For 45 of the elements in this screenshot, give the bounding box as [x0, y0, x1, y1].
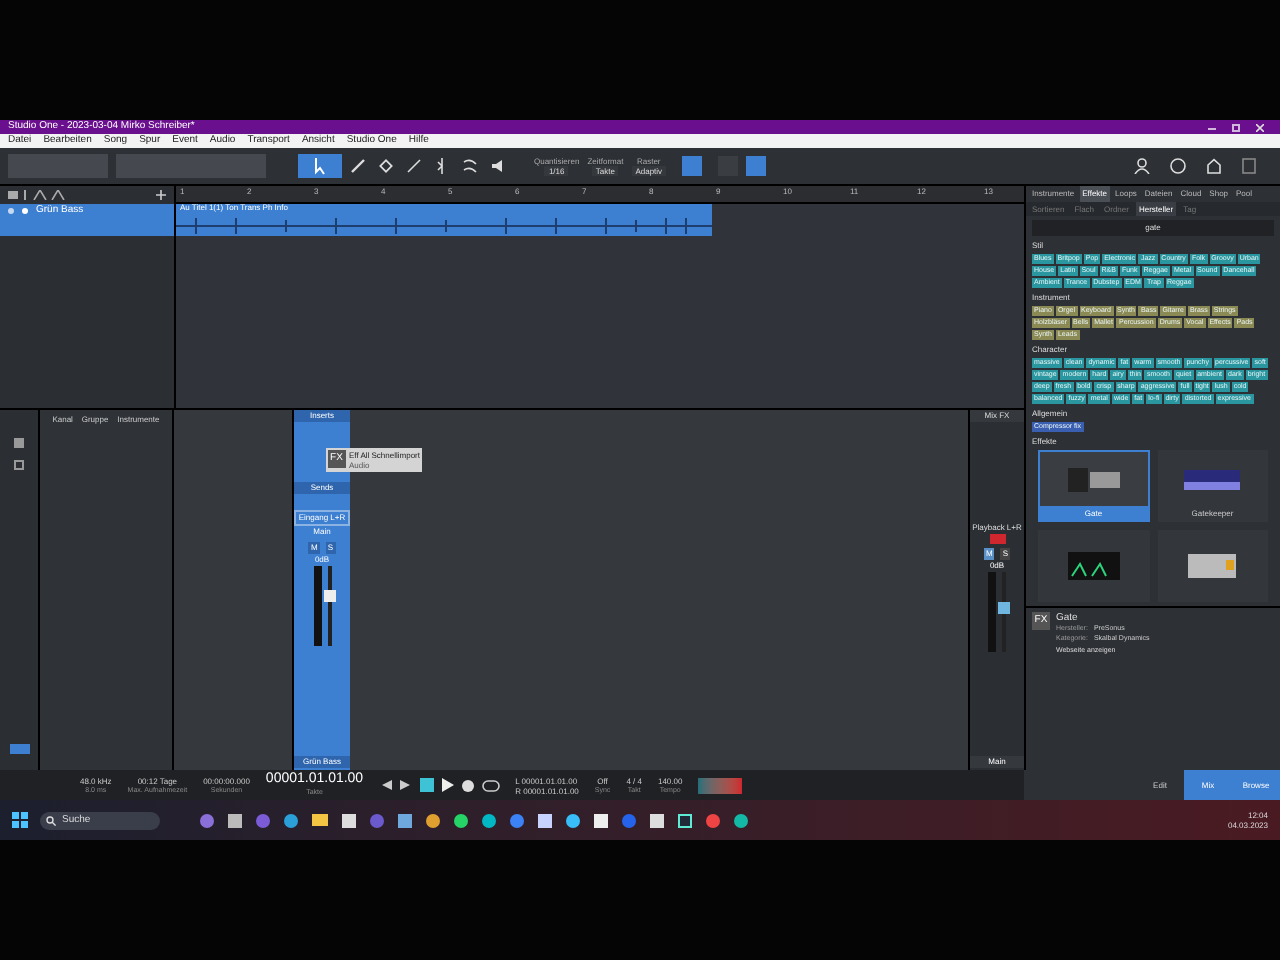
effect-tile[interactable] [1157, 530, 1268, 602]
tool-button[interactable] [458, 154, 482, 178]
grid-icon[interactable] [14, 460, 24, 470]
tool-button[interactable] [346, 154, 370, 178]
windows-start-icon[interactable] [12, 812, 28, 828]
bend-tool-icon [460, 156, 480, 176]
user-icon[interactable] [1134, 158, 1150, 174]
waveform-display-icon [1067, 552, 1120, 580]
tool-button[interactable] [374, 154, 398, 178]
house-icon[interactable] [1206, 158, 1222, 174]
fader-thumb[interactable] [323, 589, 335, 602]
minimize-icon[interactable] [1208, 127, 1216, 129]
tool-button[interactable] [402, 154, 426, 178]
search-icon [46, 815, 56, 825]
level-meter [313, 566, 321, 646]
level-meter [988, 572, 996, 652]
mute-icon[interactable] [8, 208, 14, 214]
follow-button[interactable] [746, 156, 767, 176]
folder-icon[interactable] [312, 813, 328, 825]
play-icon[interactable] [441, 778, 454, 792]
loop-icon[interactable] [481, 779, 500, 791]
fader-thumb[interactable] [998, 602, 1010, 615]
circle-icon[interactable] [1170, 158, 1186, 174]
speaker-icon [488, 156, 508, 176]
document-icon[interactable] [1242, 158, 1256, 174]
effect-tile[interactable] [1038, 530, 1149, 602]
add-track-icon[interactable] [156, 190, 166, 200]
performance-meter [698, 777, 743, 793]
record-button[interactable] [461, 779, 474, 791]
line-tool-icon [404, 156, 424, 176]
record-icon[interactable] [22, 208, 28, 214]
track-tools-icon[interactable] [8, 190, 68, 200]
panel-icon[interactable] [9, 744, 29, 754]
eraser-tool-icon [376, 156, 396, 176]
close-icon[interactable] [1256, 123, 1264, 131]
maximize-icon[interactable] [1232, 123, 1240, 131]
hardware-unit-icon [1188, 554, 1237, 578]
fast-forward-icon[interactable] [399, 780, 412, 790]
record-arm-icon[interactable] [989, 534, 1005, 544]
stop-button[interactable] [419, 778, 434, 792]
rewind-icon[interactable] [379, 780, 392, 790]
light-panel-icon [1184, 469, 1241, 489]
pen-tool-icon [348, 156, 368, 176]
rack-device-icon [1067, 467, 1120, 491]
snap-button[interactable] [682, 156, 703, 176]
